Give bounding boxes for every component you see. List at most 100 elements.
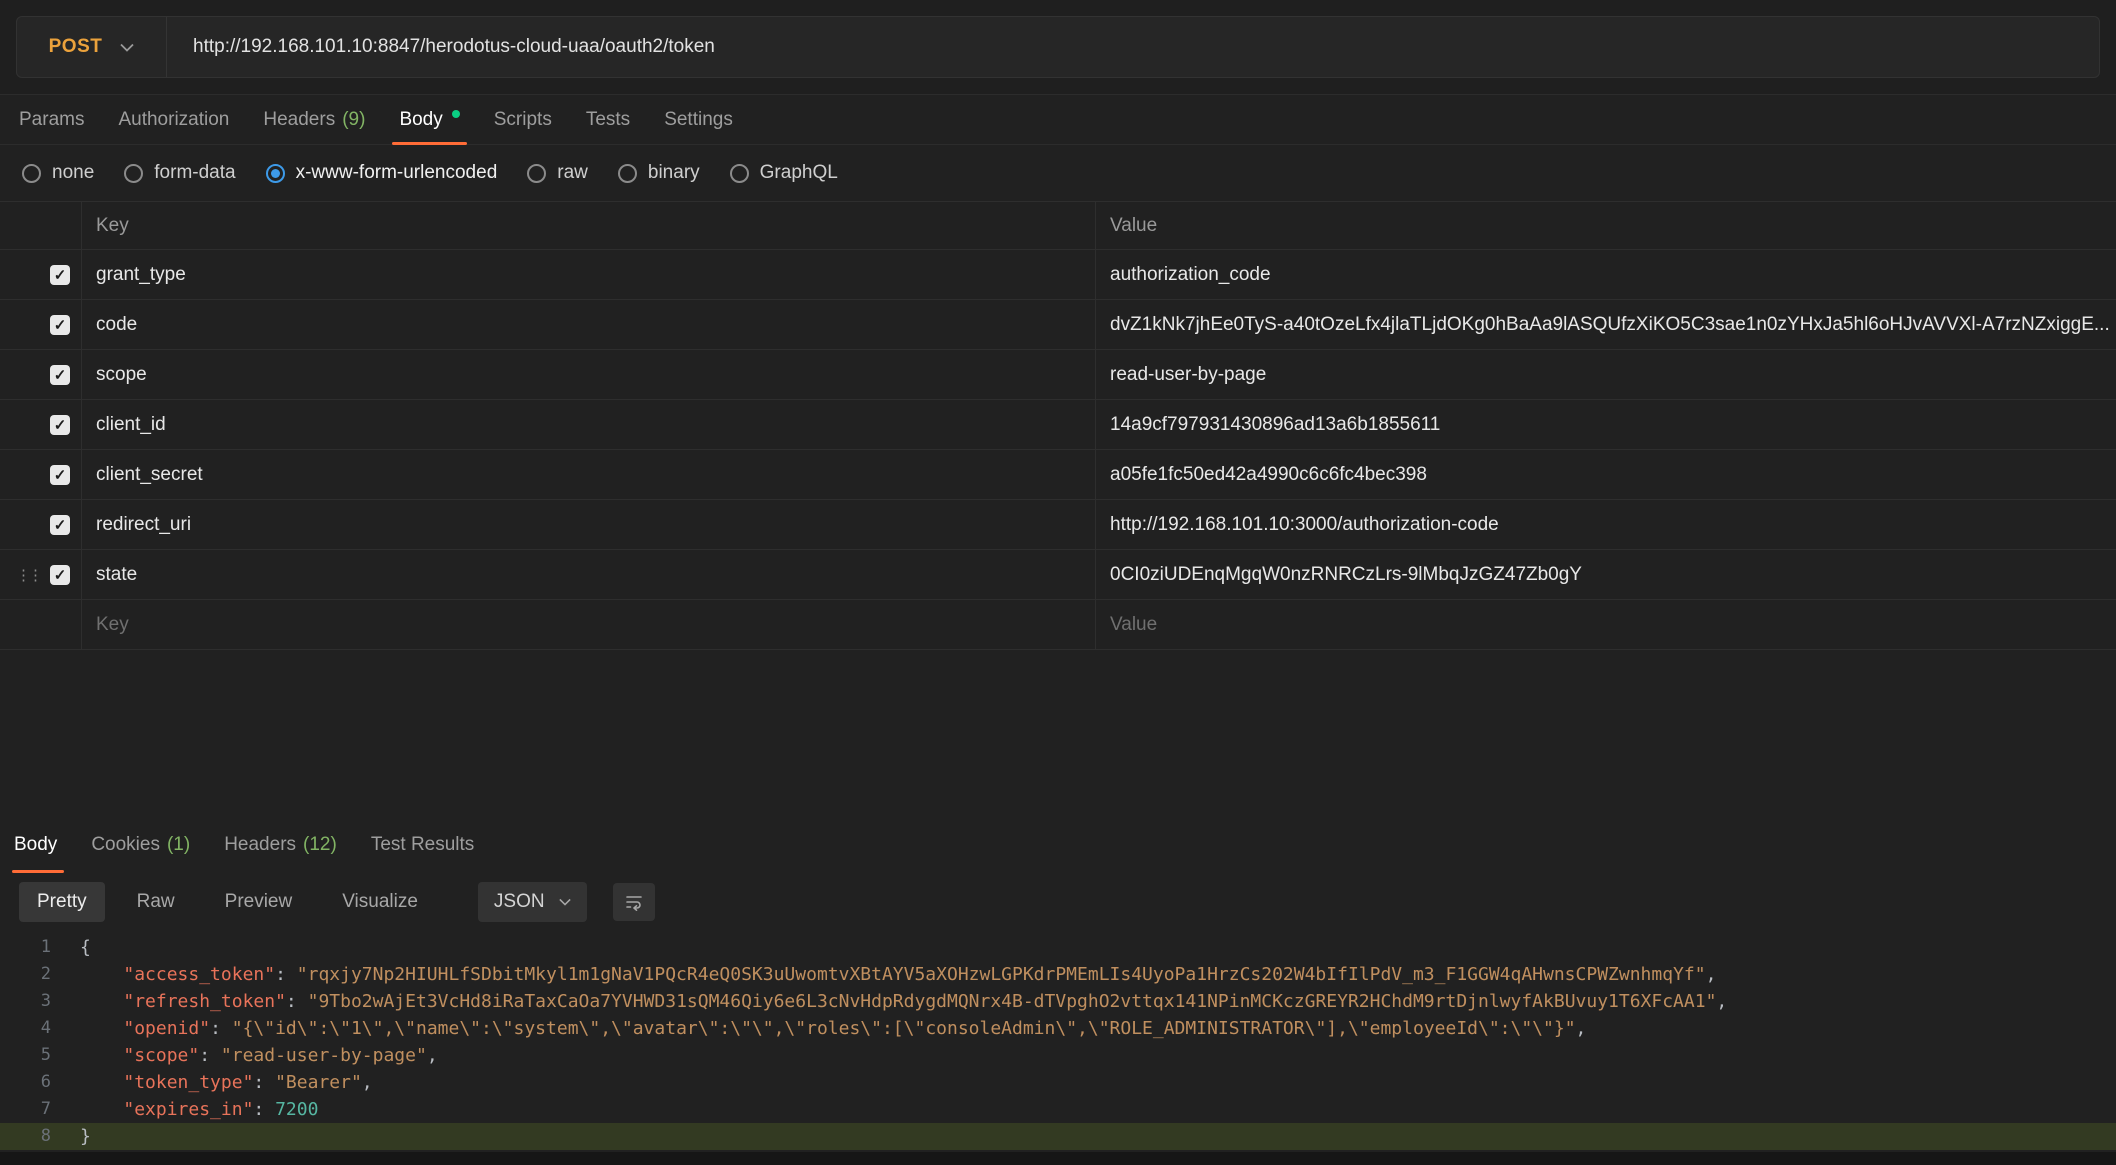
body-type-binary[interactable]: binary [618,162,700,184]
code-line: 3 "refresh_token": "9Tbo2wAjEt3VcHd8iRaT… [0,988,2116,1015]
response-tab-headers[interactable]: Headers(12) [207,818,354,872]
key-cell[interactable]: scope [81,350,1095,399]
url-input[interactable]: http://192.168.101.10:8847/herodotus-clo… [167,17,2099,77]
tab-label: Scripts [494,109,552,131]
tab-tests[interactable]: Tests [569,95,647,144]
key-cell[interactable]: state [81,550,1095,599]
body-type-form-data[interactable]: form-data [124,162,235,184]
row-checkbox[interactable]: ✓ [50,515,70,535]
row-select-cell: ✓ [0,450,81,499]
key-input[interactable]: Key [81,600,1095,649]
response-tab-body[interactable]: Body [2,818,74,872]
line-number: 7 [0,1096,72,1123]
code-line: 4 "openid": "{\"id\":\"1\",\"name\":\"sy… [0,1015,2116,1042]
radio-button [22,164,41,183]
token-pun: , [427,1045,438,1066]
response-tab-test-results[interactable]: Test Results [354,818,491,872]
tab-label: Body [399,109,442,131]
token-pun: : [199,1045,221,1066]
code-lines: 1{2 "access_token": "rqxjy7Np2HIUHLfSDbi… [0,934,2116,1150]
body-type-x-www-form-urlencoded[interactable]: x-www-form-urlencoded [266,162,498,184]
code-line: 5 "scope": "read-user-by-page", [0,1042,2116,1069]
response-tab-cookies[interactable]: Cookies (1) [74,818,207,872]
response-body-editor[interactable]: 1{2 "access_token": "rqxjy7Np2HIUHLfSDbi… [0,934,2116,1150]
radio-button [124,164,143,183]
radio-button [527,164,546,183]
radio-label: raw [557,162,588,184]
key-cell[interactable]: redirect_uri [81,500,1095,549]
url-text: http://192.168.101.10:8847/herodotus-clo… [193,36,715,58]
row-checkbox[interactable]: ✓ [50,265,70,285]
value-cell[interactable]: dvZ1kNk7jhEe0TyS-a40tOzeLfx4jlaTLjdOKg0h… [1095,300,2116,349]
request-tabs: Params AuthorizationHeaders(9) Body Scripts… [0,95,2116,145]
row-checkbox[interactable]: ✓ [50,565,70,585]
tab-params[interactable]: Params [2,95,101,144]
value-cell[interactable]: authorization_code [1095,250,2116,299]
value-column-header: Value [1095,202,2116,249]
row-checkbox[interactable]: ✓ [50,315,70,335]
view-tabs: Pretty Raw Preview Visualize [19,882,450,922]
row-select-cell: ✓ [0,350,81,399]
token-pun: : [210,1018,232,1039]
tab-scripts[interactable]: Scripts [477,95,569,144]
token-pun: : [275,964,297,985]
token-pun: : [253,1099,275,1120]
view-tab-preview[interactable]: Preview [207,882,311,922]
line-number: 2 [0,961,72,988]
body-type-none[interactable]: none [22,162,94,184]
row-select-cell: ✓ [0,300,81,349]
token-key: "refresh_token" [123,991,286,1012]
value-cell[interactable]: read-user-by-page [1095,350,2116,399]
code-line: 1{ [0,934,2116,961]
body-type-raw[interactable]: raw [527,162,588,184]
row-checkbox[interactable]: ✓ [50,415,70,435]
tab-label: Body [14,834,57,856]
editor-scrollbar-track[interactable] [0,1152,2116,1165]
drag-handle-icon[interactable]: ⋮⋮ [16,566,40,584]
token-key: "openid" [123,1018,210,1039]
row-checkbox[interactable]: ✓ [50,465,70,485]
chevron-down-icon [120,43,134,52]
wrap-text-button[interactable] [613,883,655,921]
token-pun: , [362,1072,373,1093]
radio-button [730,164,749,183]
table-row: ✓ scoperead-user-by-page [0,350,2116,400]
method-selector[interactable]: POST [17,17,167,77]
table-row: ✓ codedvZ1kNk7jhEe0TyS-a40tOzeLfx4jlaTLjd… [0,300,2116,350]
request-url-bar: POST http://192.168.101.10:8847/herodotu… [0,0,2116,95]
key-cell[interactable]: client_id [81,400,1095,449]
format-select[interactable]: JSON [478,882,587,922]
tab-settings[interactable]: Settings [647,95,750,144]
token-str: "{\"id\":\"1\",\"name\":\"system\",\"ava… [232,1018,1576,1039]
radio-button [266,164,285,183]
table-row: ✓ client_id14a9cf797931430896ad13a6b18556… [0,400,2116,450]
value-input[interactable]: Value [1095,600,2116,649]
value-cell[interactable]: 14a9cf797931430896ad13a6b1855611 [1095,400,2116,449]
body-type-graphql[interactable]: GraphQL [730,162,838,184]
view-tab-raw[interactable]: Raw [119,882,193,922]
value-cell[interactable]: http://192.168.101.10:3000/authorization… [1095,500,2116,549]
tab-headers[interactable]: Headers(9) [246,95,382,144]
code-line: 8} [0,1123,2116,1150]
tab-count: (1) [167,834,190,856]
tab-label: Settings [664,109,733,131]
line-number: 8 [0,1123,72,1150]
row-checkbox[interactable]: ✓ [50,365,70,385]
view-tab-pretty[interactable]: Pretty [19,882,105,922]
view-tab-visualize[interactable]: Visualize [324,882,436,922]
key-cell[interactable]: grant_type [81,250,1095,299]
value-cell[interactable]: a05fe1fc50ed42a4990c6c6fc4bec398 [1095,450,2116,499]
table-row: ✓ grant_typeauthorization_code [0,250,2116,300]
response-tabs: Body Cookies (1) Headers(12)Test Results [0,818,2116,872]
value-cell[interactable]: 0CI0ziUDEnqMgqW0nzRNRCzLrs-9lMbqJzGZ47Zb… [1095,550,2116,599]
key-column-header: Key [81,202,1095,249]
key-cell[interactable]: code [81,300,1095,349]
tab-label: Params [19,109,84,131]
code-content: "expires_in": 7200 [72,1096,318,1123]
table-placeholder-row: Key Value [0,600,2116,650]
tab-body[interactable]: Body [382,95,476,144]
tab-label: Cookies [91,834,160,856]
tab-authorization[interactable]: Authorization [101,95,246,144]
key-cell[interactable]: client_secret [81,450,1095,499]
token-key: "scope" [123,1045,199,1066]
